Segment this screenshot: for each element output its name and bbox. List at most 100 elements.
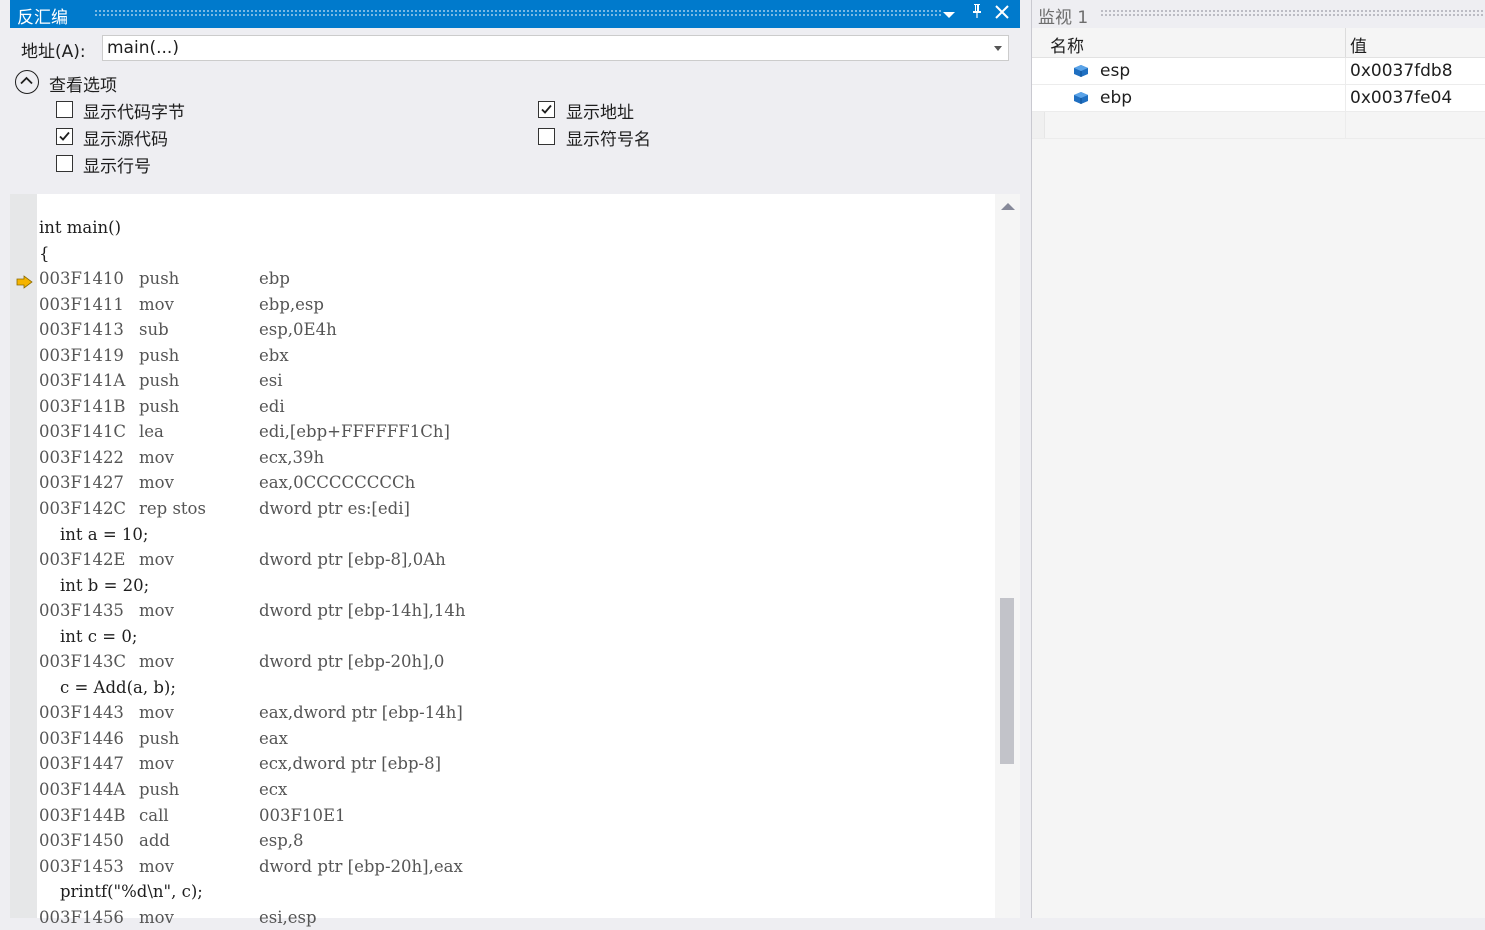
- source-text: {: [39, 243, 50, 263]
- asm-line[interactable]: 003F141A push esi: [39, 368, 999, 394]
- column-header-name[interactable]: 名称: [1050, 32, 1084, 57]
- watch-row-value[interactable]: 0x0037fdb8: [1350, 61, 1453, 81]
- asm-line[interactable]: 003F1410 push ebp: [39, 266, 999, 292]
- asm-mnemonic: mov: [139, 473, 174, 493]
- column-divider[interactable]: [1345, 28, 1346, 57]
- address-value[interactable]: main(...): [107, 38, 179, 58]
- watch-row-name[interactable]: esp: [1100, 61, 1130, 81]
- dropdown-arrow-icon[interactable]: [938, 2, 960, 26]
- asm-address: 003F1427: [39, 473, 124, 493]
- asm-line[interactable]: 003F141B push edi: [39, 394, 999, 420]
- source-line[interactable]: printf("%d\n", c);: [39, 879, 999, 905]
- source-line[interactable]: {: [39, 241, 999, 267]
- asm-mnemonic: rep stos: [139, 499, 206, 519]
- watch-row[interactable]: esp 0x0037fdb8: [1032, 58, 1485, 85]
- asm-line[interactable]: 003F144B call 003F10E1: [39, 803, 999, 829]
- code-lines[interactable]: int main() {003F1410 push ebp 003F1411 mov ebp…: [39, 215, 999, 930]
- asm-line[interactable]: 003F142E mov dword ptr [ebp-8],0Ah: [39, 547, 999, 573]
- collapse-up-icon[interactable]: [15, 70, 39, 94]
- source-text: int b = 20;: [39, 575, 150, 595]
- watch-row[interactable]: ebp 0x0037fe04: [1032, 85, 1485, 112]
- asm-line[interactable]: 003F1443 mov eax,dword ptr [ebp-14h]: [39, 700, 999, 726]
- option-label-show-source[interactable]: 显示源代码: [83, 125, 168, 150]
- asm-operands: ecx,39h: [259, 447, 325, 467]
- checkbox-show-symbol-names[interactable]: [538, 128, 555, 145]
- asm-mnemonic: mov: [139, 907, 174, 927]
- source-line[interactable]: int main(): [39, 215, 999, 241]
- watch-titlebar[interactable]: 监视 1: [1032, 0, 1485, 28]
- asm-line[interactable]: 003F1413 sub esp,0E4h: [39, 317, 999, 343]
- source-text: int main(): [39, 218, 122, 237]
- asm-line[interactable]: 003F143C mov dword ptr [ebp-20h],0: [39, 649, 999, 675]
- checkbox-show-source[interactable]: [56, 128, 73, 145]
- source-line[interactable]: int a = 10;: [39, 522, 999, 548]
- column-header-value[interactable]: 值: [1350, 32, 1367, 57]
- asm-line[interactable]: 003F1435 mov dword ptr [ebp-14h],14h: [39, 598, 999, 624]
- asm-mnemonic: push: [139, 269, 180, 289]
- asm-mnemonic: push: [139, 396, 180, 416]
- checkbox-show-line-numbers[interactable]: [56, 155, 73, 172]
- asm-operands: esp,8: [259, 831, 304, 851]
- source-line[interactable]: c = Add(a, b);: [39, 675, 999, 701]
- vertical-scrollbar[interactable]: [995, 194, 1020, 918]
- asm-address: 003F1446: [39, 728, 124, 748]
- asm-operands: dword ptr es:[edi]: [259, 499, 410, 519]
- asm-line[interactable]: 003F141C lea edi,[ebp+FFFFFF1Ch]: [39, 419, 999, 445]
- instruction-pointer-icon: [16, 275, 33, 289]
- asm-mnemonic: call: [139, 805, 169, 825]
- asm-operands: edi,[ebp+FFFFFF1Ch]: [259, 422, 450, 442]
- breakpoint-gutter[interactable]: [10, 194, 37, 918]
- asm-line[interactable]: 003F1456 mov esi,esp: [39, 905, 999, 930]
- watch-panel: 监视 1 名称 值 esp 0x0037fdb8 ebp 0x0037fe04: [1032, 0, 1485, 918]
- asm-line[interactable]: 003F1411 mov ebp,esp: [39, 292, 999, 318]
- option-label-show-address[interactable]: 显示地址: [566, 98, 634, 123]
- watch-header: 名称 值: [1032, 28, 1485, 58]
- asm-line[interactable]: 003F1419 push ebx: [39, 343, 999, 369]
- asm-line[interactable]: 003F1427 mov eax,0CCCCCCCCh: [39, 470, 999, 496]
- asm-line[interactable]: 003F144A push ecx: [39, 777, 999, 803]
- chevron-down-icon[interactable]: [994, 46, 1002, 51]
- address-combobox[interactable]: main(...): [102, 35, 1009, 61]
- source-line[interactable]: int c = 0;: [39, 624, 999, 650]
- asm-mnemonic: mov: [139, 703, 174, 723]
- option-label-show-line-numbers[interactable]: 显示行号: [83, 152, 151, 177]
- close-icon[interactable]: [991, 2, 1013, 26]
- watch-row-empty[interactable]: [1032, 112, 1485, 139]
- checkbox-show-code-bytes[interactable]: [56, 101, 73, 118]
- asm-line[interactable]: 003F1446 push eax: [39, 726, 999, 752]
- watch-row-value[interactable]: 0x0037fe04: [1350, 88, 1452, 108]
- row-lead: [1032, 112, 1045, 138]
- checkbox-show-address[interactable]: [538, 101, 555, 118]
- asm-mnemonic: mov: [139, 856, 174, 876]
- asm-line[interactable]: 003F1422 mov ecx,39h: [39, 445, 999, 471]
- panel-splitter[interactable]: [1020, 0, 1032, 918]
- asm-mnemonic: mov: [139, 294, 174, 314]
- view-options-title: 查看选项: [49, 76, 117, 96]
- asm-line[interactable]: 003F1453 mov dword ptr [ebp-20h],eax: [39, 854, 999, 880]
- asm-line[interactable]: 003F1450 add esp,8: [39, 828, 999, 854]
- row-divider: [1345, 85, 1346, 111]
- disassembly-code-view[interactable]: int main() {003F1410 push ebp 003F1411 mov ebp…: [10, 194, 1020, 927]
- asm-address: 003F144B: [39, 805, 126, 825]
- asm-line[interactable]: 003F1447 mov ecx,dword ptr [ebp-8]: [39, 751, 999, 777]
- source-line[interactable]: int b = 20;: [39, 573, 999, 599]
- asm-address: 003F143C: [39, 652, 127, 672]
- row-divider: [1345, 112, 1346, 138]
- scroll-up-arrow-icon[interactable]: [1001, 203, 1015, 210]
- pin-icon[interactable]: [966, 2, 988, 26]
- watch-row-name[interactable]: ebp: [1100, 88, 1132, 108]
- asm-line[interactable]: 003F142C rep stos dword ptr es:[edi]: [39, 496, 999, 522]
- asm-mnemonic: push: [139, 371, 180, 391]
- asm-mnemonic: mov: [139, 652, 174, 672]
- watch-titlebar-grip[interactable]: [1100, 9, 1485, 18]
- asm-address: 003F142E: [39, 550, 126, 570]
- option-label-show-symbol-names[interactable]: 显示符号名: [566, 125, 651, 150]
- scrollbar-thumb[interactable]: [1000, 598, 1014, 764]
- option-label-show-code-bytes[interactable]: 显示代码字节: [83, 98, 185, 123]
- asm-operands: dword ptr [ebp-20h],0: [259, 652, 445, 672]
- asm-operands: edi: [259, 396, 285, 416]
- disassembly-titlebar[interactable]: 反汇编: [10, 0, 1020, 28]
- source-text: int a = 10;: [39, 524, 149, 544]
- titlebar-grip[interactable]: [94, 9, 942, 18]
- asm-operands: eax: [259, 728, 288, 748]
